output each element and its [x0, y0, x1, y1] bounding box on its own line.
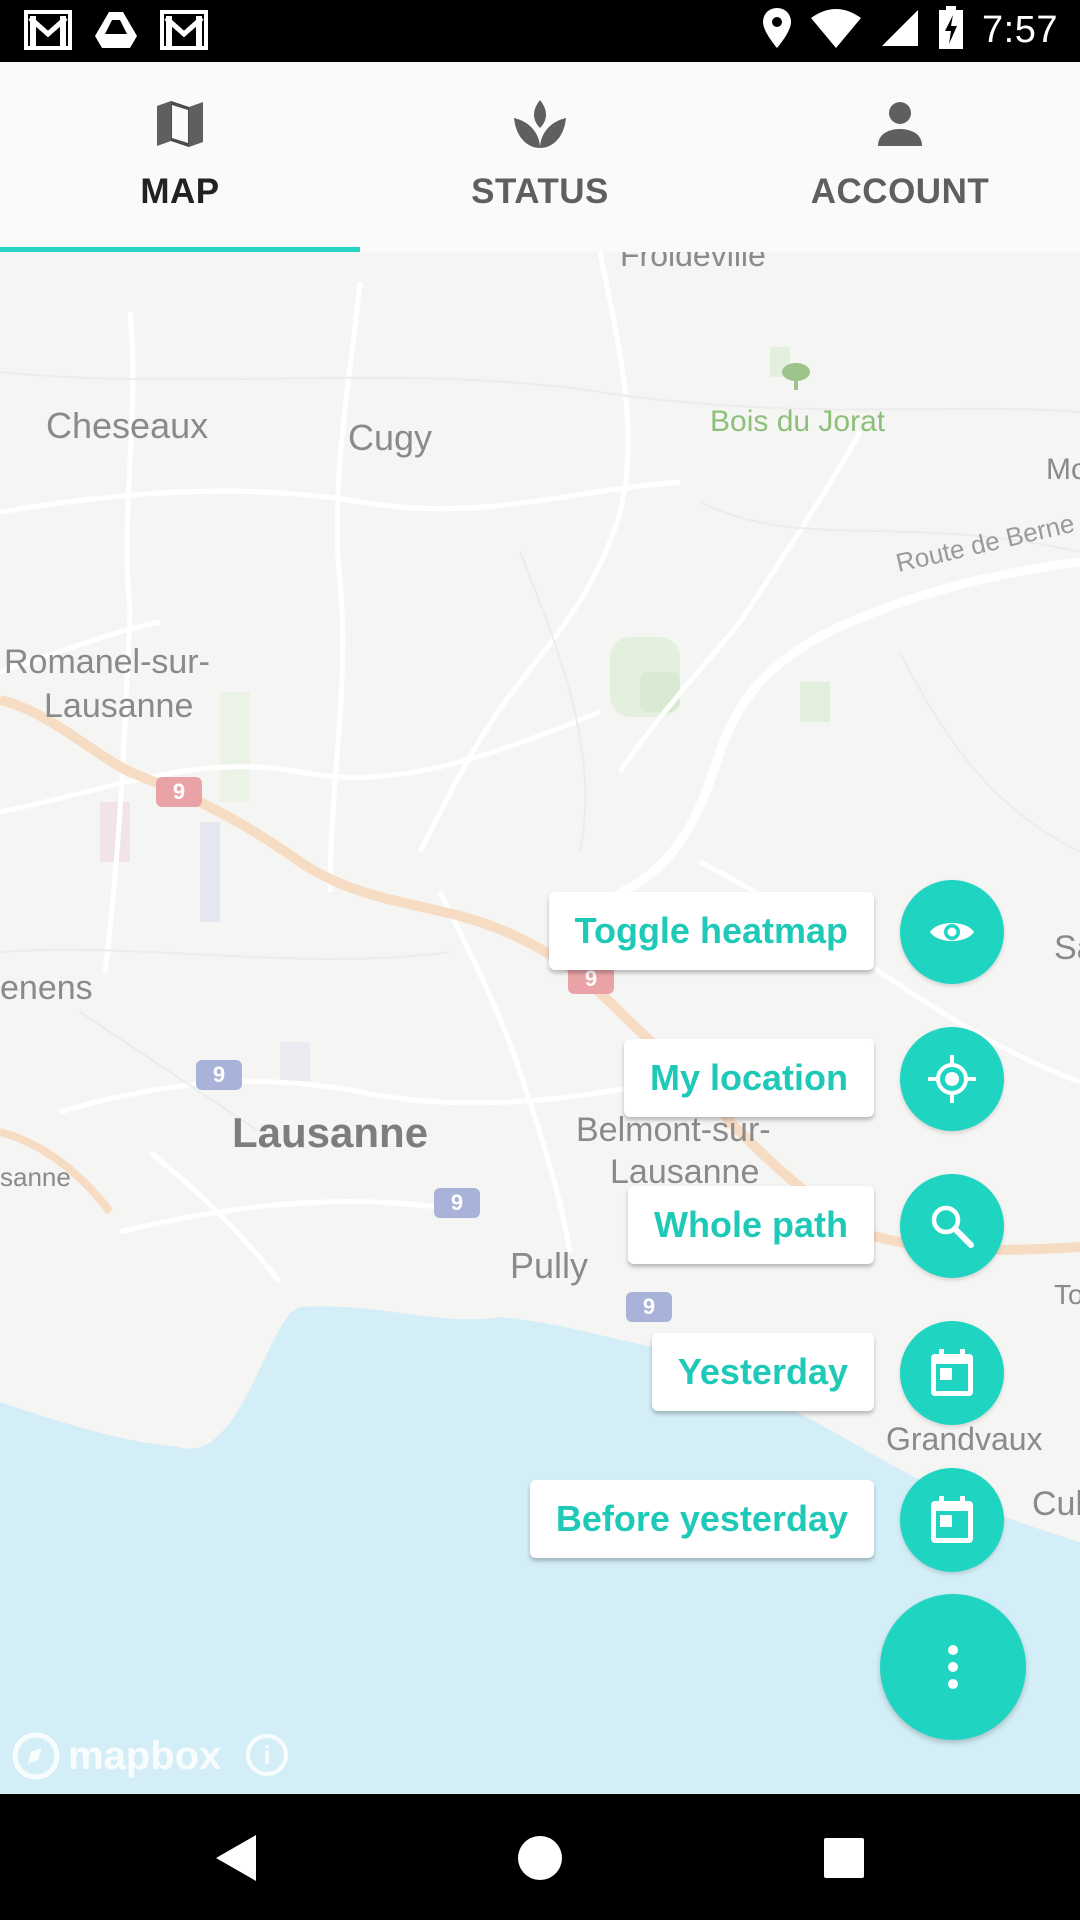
place-label: sanne	[0, 1162, 71, 1192]
my-location-label[interactable]: My location	[623, 1039, 874, 1117]
toggle-heatmap-label[interactable]: Toggle heatmap	[548, 892, 874, 970]
tab-map[interactable]: MAP	[0, 62, 360, 252]
whole-path-button[interactable]	[900, 1174, 1004, 1278]
back-button[interactable]	[208, 1830, 264, 1886]
mapbox-icon	[12, 1732, 60, 1780]
search-icon	[931, 1205, 974, 1248]
navigation-bar	[0, 1794, 1080, 1920]
place-label: Froideville	[620, 252, 766, 273]
my-location-icon	[928, 1055, 976, 1103]
road-shield: 9	[156, 777, 202, 807]
map-canvas	[0, 252, 1080, 1794]
map-view[interactable]: Froideville Cheseaux Cugy Bois du Jorat …	[0, 252, 1080, 1794]
place-label: Pully	[510, 1245, 589, 1286]
home-button[interactable]	[512, 1830, 568, 1886]
eye-icon	[930, 923, 974, 941]
before-yesterday-label[interactable]: Before yesterday	[529, 1480, 874, 1558]
place-label: Cheseaux	[46, 405, 209, 446]
status-time: 7:57	[982, 9, 1058, 51]
plant-icon	[512, 94, 568, 154]
calendar-icon	[931, 1349, 973, 1396]
home-icon	[518, 1836, 562, 1880]
tab-label: MAP	[140, 172, 220, 211]
yesterday-button[interactable]	[900, 1321, 1004, 1425]
place-label: Grandvaux	[886, 1421, 1043, 1457]
map-icon	[155, 94, 205, 154]
battery-charging-icon	[938, 6, 964, 55]
recents-button[interactable]	[816, 1830, 872, 1886]
place-label: Mo	[1046, 453, 1080, 486]
fab-menu-toggle-button[interactable]	[880, 1594, 1026, 1740]
place-label: Cugy	[348, 417, 433, 458]
road-shield: 9	[434, 1188, 480, 1218]
place-label: Bois du Jorat	[710, 405, 886, 438]
status-bar: 7:57	[0, 0, 1080, 62]
place-label: Cul	[1032, 1485, 1080, 1523]
back-icon	[216, 1835, 256, 1881]
before-yesterday-button[interactable]	[900, 1468, 1004, 1572]
gmail-icon	[24, 10, 72, 55]
tab-status[interactable]: STATUS	[360, 62, 720, 252]
signal-icon	[880, 8, 920, 53]
gmail-icon	[160, 10, 208, 55]
attribution-info-button[interactable]: i	[246, 1734, 288, 1776]
mapbox-logo[interactable]: mapbox	[12, 1732, 221, 1780]
mapbox-wordmark: mapbox	[68, 1733, 222, 1778]
place-label: Sav	[1054, 929, 1080, 967]
road-shield: 9	[196, 1060, 242, 1090]
more-vertical-icon	[948, 1645, 958, 1689]
tab-bar: MAP STATUS ACCOUNT	[0, 62, 1080, 252]
wifi-icon	[810, 8, 862, 53]
recents-icon	[824, 1838, 864, 1878]
place-label: enens	[0, 969, 93, 1007]
tab-account[interactable]: ACCOUNT	[720, 62, 1080, 252]
drive-icon	[94, 10, 138, 55]
calendar-icon	[931, 1496, 973, 1543]
road-shield: 9	[626, 1292, 672, 1322]
tab-label: ACCOUNT	[810, 172, 990, 211]
whole-path-label[interactable]: Whole path	[628, 1186, 874, 1264]
yesterday-label[interactable]: Yesterday	[651, 1333, 874, 1411]
my-location-button[interactable]	[900, 1027, 1004, 1131]
place-label: Lausanne	[44, 687, 194, 725]
place-label: To	[1054, 1279, 1080, 1310]
place-label: Lausanne	[232, 1109, 429, 1156]
person-icon	[877, 94, 923, 154]
place-label: Romanel-sur-	[4, 643, 210, 681]
tree-icon	[780, 362, 812, 392]
location-icon	[762, 7, 792, 54]
toggle-heatmap-button[interactable]	[900, 880, 1004, 984]
tab-label: STATUS	[471, 172, 609, 211]
